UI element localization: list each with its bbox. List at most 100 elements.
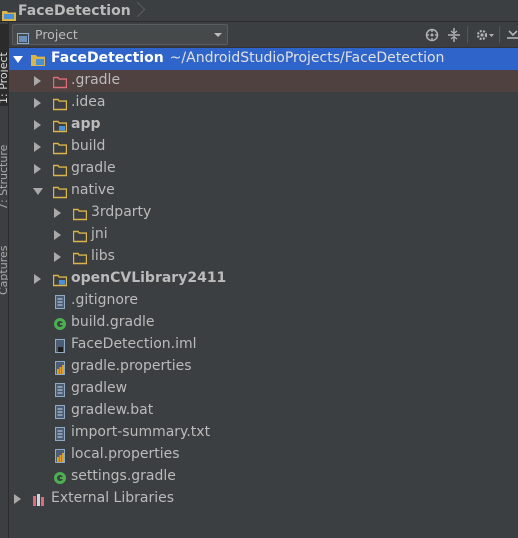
library-icon [32, 492, 46, 506]
tree-row-3rdparty[interactable]: 3rdparty [9, 202, 518, 224]
folder-icon [52, 96, 68, 111]
tree-row-gradle-properties[interactable]: gradle.properties [9, 356, 518, 378]
project-view-icon [17, 29, 29, 44]
tab-structure[interactable]: 7: Structure [0, 122, 9, 212]
collapsed-arrow-icon[interactable] [54, 230, 61, 240]
tab-captures-label: Captures [0, 245, 9, 295]
tree-item-label: build [71, 138, 106, 154]
tree-item-label: .gradle [71, 72, 121, 88]
properties-file-icon [53, 448, 67, 463]
tree-item-label: local.properties [71, 446, 180, 462]
tree-row-gitignore[interactable]: .gitignore [9, 290, 518, 312]
tree-root-label: FaceDetection ~/AndroidStudioProjects/Fac… [51, 50, 444, 66]
collapsed-arrow-icon[interactable] [54, 208, 61, 218]
tree-row-build-gradle[interactable]: build.gradle [9, 312, 518, 334]
tree-item-label: gradle [71, 160, 116, 176]
folder-icon [52, 140, 68, 155]
tab-captures[interactable]: Captures [0, 227, 9, 297]
folder-icon [52, 162, 68, 177]
folder-icon [72, 250, 88, 265]
tree-row-build[interactable]: build [9, 136, 518, 158]
tree-item-label: .idea [71, 94, 106, 110]
header-separator-2 [499, 26, 500, 43]
tree-item-label: build.gradle [71, 314, 155, 330]
tree-item-label: External Libraries [51, 490, 174, 506]
tree-row-import-summary[interactable]: import-summary.txt [9, 422, 518, 444]
iml-file-icon [53, 338, 67, 353]
tree-item-label: settings.gradle [71, 468, 176, 484]
project-panel-header: Project [9, 22, 518, 48]
tree-row-libs[interactable]: libs [9, 246, 518, 268]
collapsed-arrow-icon[interactable] [34, 142, 41, 152]
tree-row-root[interactable]: FaceDetection ~/AndroidStudioProjects/Fac… [9, 48, 518, 70]
excluded-folder-icon [52, 74, 68, 89]
tree-root-path: ~/AndroidStudioProjects/FaceDetection [169, 50, 445, 66]
tree-row-idea[interactable]: .idea [9, 92, 518, 114]
collapsed-arrow-icon[interactable] [34, 76, 41, 86]
tree-item-label: gradlew.bat [71, 402, 154, 418]
tree-item-label: native [71, 182, 115, 198]
tree-item-label: 3rdparty [91, 204, 152, 220]
collapsed-arrow-icon[interactable] [34, 98, 41, 108]
tab-project[interactable]: 1: Project [0, 24, 9, 106]
project-tree[interactable]: FaceDetection ~/AndroidStudioProjects/Fac… [9, 48, 518, 538]
navigation-bar: FaceDetection [0, 0, 518, 22]
gradle-file-icon [53, 470, 67, 484]
tree-item-label: libs [91, 248, 115, 264]
hide-icon[interactable] [506, 27, 518, 41]
tree-row-iml[interactable]: FaceDetection.iml [9, 334, 518, 356]
tab-structure-label: 7: Structure [0, 144, 9, 210]
collapsed-arrow-icon[interactable] [54, 252, 61, 262]
module-folder-icon [31, 52, 45, 66]
project-folder-icon [2, 6, 16, 21]
tree-row-gradlew-bat[interactable]: gradlew.bat [9, 400, 518, 422]
tree-item-label: jni [91, 226, 108, 242]
tree-item-label: openCVLibrary2411 [71, 270, 227, 286]
text-file-icon [53, 382, 67, 397]
gear-icon[interactable] [475, 27, 495, 41]
module-folder-icon [52, 272, 68, 287]
tree-row-local-properties[interactable]: local.properties [9, 444, 518, 466]
tree-row-settings-gradle[interactable]: settings.gradle [9, 466, 518, 488]
tree-item-label: gradlew [71, 380, 128, 396]
expanded-arrow-icon[interactable] [33, 188, 43, 195]
tree-row-external-libraries[interactable]: External Libraries [9, 488, 518, 510]
tree-row-opencv[interactable]: openCVLibrary2411 [9, 268, 518, 290]
view-selector-value: Project [35, 27, 78, 42]
tree-row-gradle-hidden[interactable]: .gradle [9, 70, 518, 92]
chevron-down-icon [214, 33, 222, 37]
tree-row-gradle[interactable]: gradle [9, 158, 518, 180]
text-file-icon [53, 294, 67, 309]
tree-item-label: .gitignore [71, 292, 138, 308]
folder-icon [72, 228, 88, 243]
text-file-icon [53, 404, 67, 419]
tree-row-jni[interactable]: jni [9, 224, 518, 246]
breadcrumb-project-name[interactable]: FaceDetection [18, 3, 131, 19]
tree-item-label: app [71, 116, 101, 132]
collapsed-arrow-icon[interactable] [34, 120, 41, 130]
expanded-arrow-icon[interactable] [13, 56, 23, 63]
module-folder-icon [52, 118, 68, 133]
chevron-right-icon [132, 1, 142, 21]
view-selector-dropdown[interactable]: Project [12, 24, 228, 45]
tree-row-native[interactable]: native [9, 180, 518, 202]
collapse-all-icon[interactable] [447, 27, 461, 42]
tree-item-label: gradle.properties [71, 358, 192, 374]
header-separator [467, 26, 468, 43]
collapsed-arrow-icon[interactable] [34, 164, 41, 174]
tree-root-name: FaceDetection [51, 50, 164, 66]
properties-file-icon [53, 360, 67, 375]
tree-row-app[interactable]: app [9, 114, 518, 136]
sync-icon[interactable] [425, 27, 439, 42]
tool-window-strip: 1: Project 7: Structure Captures [0, 22, 9, 538]
text-file-icon [53, 426, 67, 441]
collapsed-arrow-icon[interactable] [34, 274, 41, 284]
tree-row-gradlew[interactable]: gradlew [9, 378, 518, 400]
tree-item-label: FaceDetection.iml [71, 336, 197, 352]
tree-item-label: import-summary.txt [71, 424, 211, 440]
gradle-file-icon [53, 316, 67, 330]
collapsed-arrow-icon[interactable] [14, 494, 21, 504]
tab-project-label: 1: Project [0, 52, 9, 104]
folder-icon [72, 206, 88, 221]
folder-icon [52, 184, 68, 199]
